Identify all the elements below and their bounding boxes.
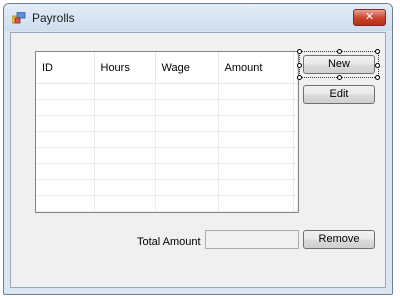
table-cell[interactable]	[94, 131, 156, 148]
table-cell[interactable]	[155, 179, 219, 196]
table-cell[interactable]	[155, 83, 219, 100]
column-header-id[interactable]: ID	[36, 52, 95, 84]
table-cell[interactable]	[155, 115, 219, 132]
resize-handle[interactable]	[375, 75, 380, 80]
payrolls-window: Payrolls ✕ ID Hours Wage Amount New Edit…	[3, 3, 393, 295]
table-cell[interactable]	[218, 99, 294, 116]
table-cell[interactable]	[36, 131, 95, 148]
table-cell[interactable]	[94, 115, 156, 132]
resize-handle[interactable]	[297, 75, 302, 80]
table-cell	[293, 195, 298, 212]
payroll-table: ID Hours Wage Amount	[36, 52, 298, 212]
resize-handle[interactable]	[297, 63, 302, 68]
table-cell[interactable]	[36, 163, 95, 180]
table-cell	[293, 115, 298, 132]
table-cell	[293, 147, 298, 164]
table-cell	[293, 83, 298, 100]
table-cell	[293, 163, 298, 180]
table-cell[interactable]	[94, 99, 156, 116]
table-row[interactable]	[36, 163, 298, 180]
table-row[interactable]	[36, 131, 298, 148]
close-button[interactable]: ✕	[353, 9, 386, 26]
payroll-grid[interactable]: ID Hours Wage Amount	[35, 51, 299, 213]
table-row[interactable]	[36, 99, 298, 116]
table-cell[interactable]	[218, 195, 294, 212]
table-cell[interactable]	[94, 147, 156, 164]
table-cell[interactable]	[94, 179, 156, 196]
table-cell[interactable]	[94, 163, 156, 180]
table-cell[interactable]	[36, 115, 95, 132]
table-cell[interactable]	[36, 179, 95, 196]
table-cell[interactable]	[155, 147, 219, 164]
table-row[interactable]	[36, 83, 298, 100]
app-window-icon	[12, 12, 26, 24]
resize-handle[interactable]	[375, 63, 380, 68]
table-row[interactable]	[36, 115, 298, 132]
table-cell[interactable]	[36, 195, 95, 212]
table-cell[interactable]	[36, 99, 95, 116]
close-icon: ✕	[364, 11, 375, 23]
total-amount-label: Total Amount	[137, 236, 201, 248]
table-cell[interactable]	[155, 99, 219, 116]
table-cell[interactable]	[218, 83, 294, 100]
title-bar[interactable]: Payrolls ✕	[4, 4, 392, 31]
designer-selection-frame	[297, 49, 380, 80]
resize-handle[interactable]	[375, 49, 380, 54]
table-cell	[293, 179, 298, 196]
table-cell[interactable]	[36, 83, 95, 100]
remove-button[interactable]: Remove	[303, 230, 375, 249]
edit-button[interactable]: Edit	[303, 85, 375, 104]
table-cell[interactable]	[218, 131, 294, 148]
table-cell	[293, 131, 298, 148]
resize-handle[interactable]	[337, 75, 342, 80]
table-cell[interactable]	[155, 163, 219, 180]
resize-handle[interactable]	[297, 49, 302, 54]
table-row[interactable]	[36, 147, 298, 164]
grid-header-row: ID Hours Wage Amount	[36, 52, 298, 84]
table-row[interactable]	[36, 195, 298, 212]
column-header-amount[interactable]: Amount	[218, 52, 294, 84]
window-title: Payrolls	[32, 11, 75, 25]
resize-handle[interactable]	[337, 49, 342, 54]
table-cell	[293, 99, 298, 116]
table-cell[interactable]	[36, 147, 95, 164]
table-cell[interactable]	[218, 115, 294, 132]
column-header-hours[interactable]: Hours	[94, 52, 156, 84]
table-row[interactable]	[36, 179, 298, 196]
table-cell[interactable]	[218, 163, 294, 180]
table-cell[interactable]	[218, 147, 294, 164]
column-header-wage[interactable]: Wage	[155, 52, 219, 84]
table-cell[interactable]	[94, 83, 156, 100]
table-cell[interactable]	[155, 195, 219, 212]
form-client-area: ID Hours Wage Amount New Edit Total Amou…	[10, 32, 386, 288]
total-amount-field[interactable]	[205, 230, 299, 249]
table-cell[interactable]	[94, 195, 156, 212]
table-cell[interactable]	[218, 179, 294, 196]
table-cell[interactable]	[155, 131, 219, 148]
